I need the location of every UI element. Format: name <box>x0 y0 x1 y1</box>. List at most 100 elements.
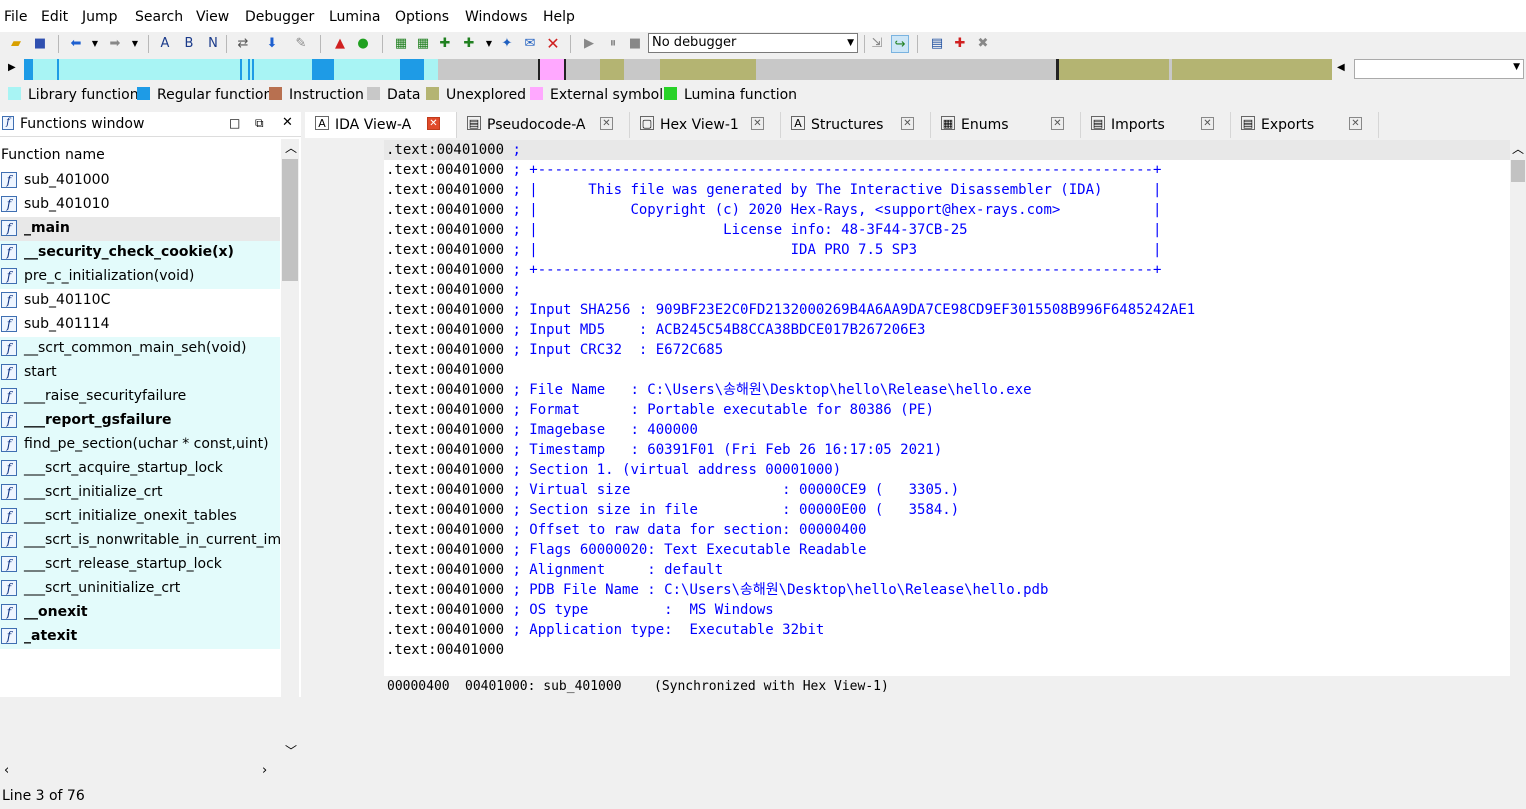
scroll-up-icon[interactable]: ︿ <box>1512 140 1524 157</box>
scroll-right-icon[interactable]: › <box>262 763 267 778</box>
tab-exports[interactable]: ▤ Exports ✕ <box>1231 112 1379 138</box>
navigation-track[interactable] <box>24 59 1332 80</box>
close-tab-icon[interactable]: ✕ <box>600 117 613 130</box>
menu-edit[interactable]: Edit <box>41 9 68 25</box>
disasm-line[interactable]: .text:00401000 ; +----------------------… <box>386 260 1161 280</box>
menu-windows[interactable]: Windows <box>465 9 528 25</box>
function-row[interactable]: f sub_401114 <box>0 313 280 337</box>
menu-file[interactable]: File <box>4 9 27 25</box>
tab-imports[interactable]: ▤ Imports ✕ <box>1081 112 1231 138</box>
function-row[interactable]: f ___raise_securityfailure <box>0 385 280 409</box>
navigation-band[interactable]: ▶ ◀ ▼ <box>0 57 1526 82</box>
float-icon[interactable]: ⧉ <box>255 116 264 131</box>
function-row[interactable]: f __onexit <box>0 601 280 625</box>
debugger-select[interactable]: No debugger ▼ <box>648 33 858 53</box>
disasm-line[interactable]: .text:00401000 ; Application type: Execu… <box>386 620 824 640</box>
disassembly-view[interactable]: .text:00401000 ; .text:00401000 ; +------… <box>384 140 1512 676</box>
plugin-icon[interactable]: ✦ <box>498 35 516 53</box>
script-icon[interactable]: ▤ <box>928 35 946 53</box>
menu-options[interactable]: Options <box>395 9 449 25</box>
horizontal-scrollbar[interactable]: ‹ › <box>0 762 280 782</box>
patch-icon[interactable]: ✉ <box>521 35 539 53</box>
pause-icon[interactable]: ⏸ <box>604 35 622 53</box>
stop-icon[interactable]: ■ <box>626 35 644 53</box>
disasm-line[interactable]: .text:00401000 ; Virtual size : 00000CE9… <box>386 480 959 500</box>
navigation-range-select[interactable]: ▼ <box>1354 59 1524 79</box>
function-row[interactable]: f find_pe_section(uchar * const,uint) <box>0 433 280 457</box>
function-row[interactable]: f ___scrt_initialize_onexit_tables <box>0 505 280 529</box>
function-row[interactable]: f _main <box>0 217 280 241</box>
function-row[interactable]: f ___scrt_acquire_startup_lock <box>0 457 280 481</box>
close-icon[interactable]: ✕ <box>282 115 293 130</box>
green-circle-icon[interactable]: ● <box>354 35 372 53</box>
function-row[interactable]: f ___report_gsfailure <box>0 409 280 433</box>
close-tab-icon[interactable]: ✕ <box>427 117 440 130</box>
graph-icon[interactable]: ✚ <box>460 35 478 53</box>
column-header-function-name[interactable]: Function name <box>0 139 280 163</box>
step-icon[interactable]: ↪ <box>891 35 909 53</box>
menu-search[interactable]: Search <box>135 9 183 25</box>
patch-view-icon[interactable]: ✎ <box>292 35 310 53</box>
disasm-line[interactable]: .text:00401000 ; Section size in file : … <box>386 500 959 520</box>
close-tab-icon[interactable]: ✕ <box>751 117 764 130</box>
attach-icon[interactable]: ⇲ <box>868 35 886 53</box>
disasm-line[interactable]: .text:00401000 ; Input MD5 : ACB245C54B8… <box>386 320 925 340</box>
disasm-line[interactable]: .text:00401000 <box>386 640 504 660</box>
disasm-line[interactable]: .text:00401000 ; | This file was generat… <box>386 180 1161 200</box>
breakpoint-icon[interactable]: ▲ <box>331 35 349 53</box>
search-text-icon[interactable]: A <box>156 35 174 53</box>
close-tab-icon[interactable]: ✕ <box>1051 117 1064 130</box>
function-row[interactable]: f sub_401010 <box>0 193 280 217</box>
disasm-line[interactable]: .text:00401000 <box>386 360 504 380</box>
search-binary-icon[interactable]: B <box>180 35 198 53</box>
function-row[interactable]: f ___scrt_uninitialize_crt <box>0 577 280 601</box>
function-row[interactable]: f sub_40110C <box>0 289 280 313</box>
disasm-line[interactable]: .text:00401000 ; | License info: 48-3F44… <box>386 220 1161 240</box>
disasm-scrollbar-thumb[interactable] <box>1511 160 1525 182</box>
function-row[interactable]: f _atexit <box>0 625 280 649</box>
disasm-line[interactable]: .text:00401000 ; PDB File Name : C:\User… <box>386 580 1048 600</box>
disasm-line[interactable]: .text:00401000 ; Format : Portable execu… <box>386 400 934 420</box>
close-tab-icon[interactable]: ✕ <box>1201 117 1214 130</box>
save-icon[interactable]: ■ <box>31 35 49 53</box>
disasm-line[interactable]: .text:00401000 ; Input CRC32 : E672C685 <box>386 340 723 360</box>
tab-hex-view-1[interactable]: ▢ Hex View-1 ✕ <box>630 112 781 138</box>
function-row[interactable]: f start <box>0 361 280 385</box>
cross-red-icon[interactable]: ✕ <box>544 35 562 53</box>
disasm-line[interactable]: .text:00401000 ; +----------------------… <box>386 160 1161 180</box>
nav-left-arrow-icon[interactable]: ▶ <box>8 62 16 73</box>
function-row[interactable]: f pre_c_initialization(void) <box>0 265 280 289</box>
function-row[interactable]: f __security_check_cookie(x) <box>0 241 280 265</box>
disasm-line[interactable]: .text:00401000 ; File Name : C:\Users\송해… <box>386 380 1032 400</box>
open-file-icon[interactable]: ▰ <box>7 35 25 53</box>
disasm-line[interactable]: .text:00401000 ; <box>384 140 1512 160</box>
scroll-left-icon[interactable]: ‹ <box>4 763 9 778</box>
tab-pseudocode-a[interactable]: ▤ Pseudocode-A ✕ <box>457 112 630 138</box>
disasm-line[interactable]: .text:00401000 ; <box>386 280 521 300</box>
menu-help[interactable]: Help <box>543 9 575 25</box>
graph-dropdown-icon[interactable]: ▼ <box>480 35 498 53</box>
disasm-line[interactable]: .text:00401000 ; Alignment : default <box>386 560 723 580</box>
play-icon[interactable]: ▶ <box>580 35 598 53</box>
nav-right-arrow-icon[interactable]: ◀ <box>1337 62 1345 73</box>
disasm-line[interactable]: .text:00401000 ; Imagebase : 400000 <box>386 420 698 440</box>
close-tab-icon[interactable]: ✕ <box>901 117 914 130</box>
disasm-line[interactable]: .text:00401000 ; Flags 60000020: Text Ex… <box>386 540 866 560</box>
back-icon[interactable]: ⬅ <box>67 35 85 53</box>
disasm-vertical-scrollbar[interactable]: ︿ <box>1510 140 1526 676</box>
menu-debugger[interactable]: Debugger <box>245 9 314 25</box>
tab-structures[interactable]: A Structures ✕ <box>781 112 931 138</box>
disasm-line[interactable]: .text:00401000 ; OS type : MS Windows <box>386 600 774 620</box>
function-row[interactable]: f sub_401000 <box>0 169 280 193</box>
xref-icon[interactable]: ✚ <box>436 35 454 53</box>
disasm-line[interactable]: .text:00401000 ; Section 1. (virtual add… <box>386 460 841 480</box>
disasm-line[interactable]: .text:00401000 ; Timestamp : 60391F01 (F… <box>386 440 942 460</box>
search-next-icon[interactable]: N <box>204 35 222 53</box>
scroll-down-icon[interactable]: ﹀ <box>285 742 297 759</box>
tool-icon[interactable]: ✚ <box>951 35 969 53</box>
tab-ida-view-a[interactable]: A IDA View-A ✕ <box>305 112 457 138</box>
function-row[interactable]: f ___scrt_release_startup_lock <box>0 553 280 577</box>
disasm-line[interactable]: .text:00401000 ; Input SHA256 : 909BF23E… <box>386 300 1195 320</box>
function-row[interactable]: f ___scrt_is_nonwritable_in_current_imag <box>0 529 299 553</box>
scroll-up-icon[interactable]: ︿ <box>285 139 297 156</box>
